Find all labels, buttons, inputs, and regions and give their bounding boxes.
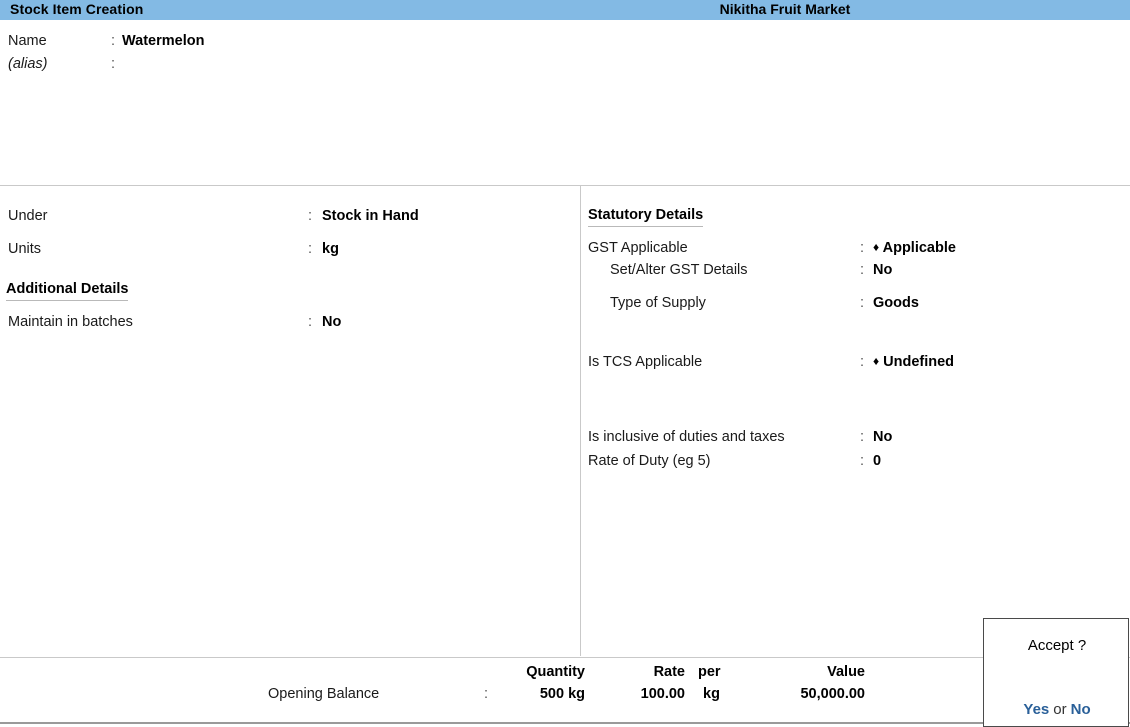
accept-dialog: Accept ? Yes or No bbox=[983, 618, 1129, 727]
selection-diamond-icon: ♦ bbox=[873, 240, 880, 254]
title-bar: Stock Item Creation Nikitha Fruit Market bbox=[0, 0, 1130, 20]
under-label: Under bbox=[8, 208, 48, 224]
opening-balance-per[interactable]: kg bbox=[703, 686, 743, 702]
quantity-column-header: Quantity bbox=[526, 664, 585, 680]
under-separator: : bbox=[308, 208, 313, 224]
accept-or-label: or bbox=[1053, 701, 1067, 718]
selection-diamond-icon: ♦ bbox=[873, 354, 880, 368]
upper-divider bbox=[0, 185, 1130, 186]
units-separator: : bbox=[308, 241, 313, 257]
is-tcs-applicable-value-text: Undefined bbox=[883, 354, 955, 370]
is-tcs-applicable-label: Is TCS Applicable bbox=[588, 354, 703, 370]
lower-divider bbox=[0, 657, 1130, 658]
maintain-in-batches-label: Maintain in batches bbox=[8, 314, 133, 330]
is-inclusive-of-duties-separator: : bbox=[860, 429, 865, 445]
bottom-border bbox=[0, 722, 1130, 724]
is-inclusive-of-duties-value[interactable]: No bbox=[873, 429, 892, 445]
company-name: Nikitha Fruit Market bbox=[719, 1, 851, 17]
opening-balance-label: Opening Balance bbox=[268, 686, 380, 702]
rate-of-duty-separator: : bbox=[860, 453, 865, 469]
units-label: Units bbox=[8, 241, 42, 257]
type-of-supply-separator: : bbox=[860, 295, 865, 311]
opening-balance-rate[interactable]: 100.00 bbox=[585, 686, 685, 702]
is-tcs-applicable-separator: : bbox=[860, 354, 865, 370]
rate-of-duty-label: Rate of Duty (eg 5) bbox=[588, 453, 711, 469]
accept-no-button[interactable]: No bbox=[1071, 701, 1091, 718]
alias-label: (alias) bbox=[8, 56, 48, 72]
additional-details-heading: Additional Details bbox=[6, 281, 129, 301]
opening-balance-quantity[interactable]: 500 kg bbox=[440, 686, 585, 702]
statutory-details-heading: Statutory Details bbox=[588, 207, 704, 227]
value-column-header: Value bbox=[827, 664, 865, 680]
maintain-in-batches-value[interactable]: No bbox=[322, 314, 341, 330]
per-column-header: per bbox=[698, 664, 721, 680]
name-field-value[interactable]: Watermelon bbox=[122, 33, 204, 49]
set-alter-gst-details-separator: : bbox=[860, 262, 865, 278]
type-of-supply-label: Type of Supply bbox=[610, 295, 706, 311]
accept-yes-button[interactable]: Yes bbox=[1023, 701, 1049, 718]
rate-of-duty-value[interactable]: 0 bbox=[873, 453, 881, 469]
gst-applicable-value[interactable]: ♦ Applicable bbox=[873, 240, 956, 256]
rate-column-header: Rate bbox=[653, 664, 685, 680]
gst-applicable-label: GST Applicable bbox=[588, 240, 688, 256]
set-alter-gst-details-value[interactable]: No bbox=[873, 262, 892, 278]
is-inclusive-of-duties-label: Is inclusive of duties and taxes bbox=[588, 429, 785, 445]
name-label: Name bbox=[8, 33, 47, 49]
accept-dialog-title: Accept ? bbox=[1027, 637, 1087, 654]
column-divider bbox=[580, 185, 581, 656]
accept-dialog-actions: Yes or No bbox=[984, 701, 1130, 718]
is-tcs-applicable-value[interactable]: ♦ Undefined bbox=[873, 354, 954, 370]
gst-applicable-value-text: Applicable bbox=[882, 240, 956, 256]
under-value[interactable]: Stock in Hand bbox=[322, 208, 419, 224]
maintain-in-batches-separator: : bbox=[308, 314, 313, 330]
set-alter-gst-details-label: Set/Alter GST Details bbox=[610, 262, 748, 278]
gst-applicable-separator: : bbox=[860, 240, 865, 256]
opening-balance-value[interactable]: 50,000.00 bbox=[740, 686, 865, 702]
alias-separator: : bbox=[111, 56, 116, 72]
name-separator: : bbox=[111, 33, 116, 49]
type-of-supply-value[interactable]: Goods bbox=[873, 295, 919, 311]
units-value[interactable]: kg bbox=[322, 241, 339, 257]
